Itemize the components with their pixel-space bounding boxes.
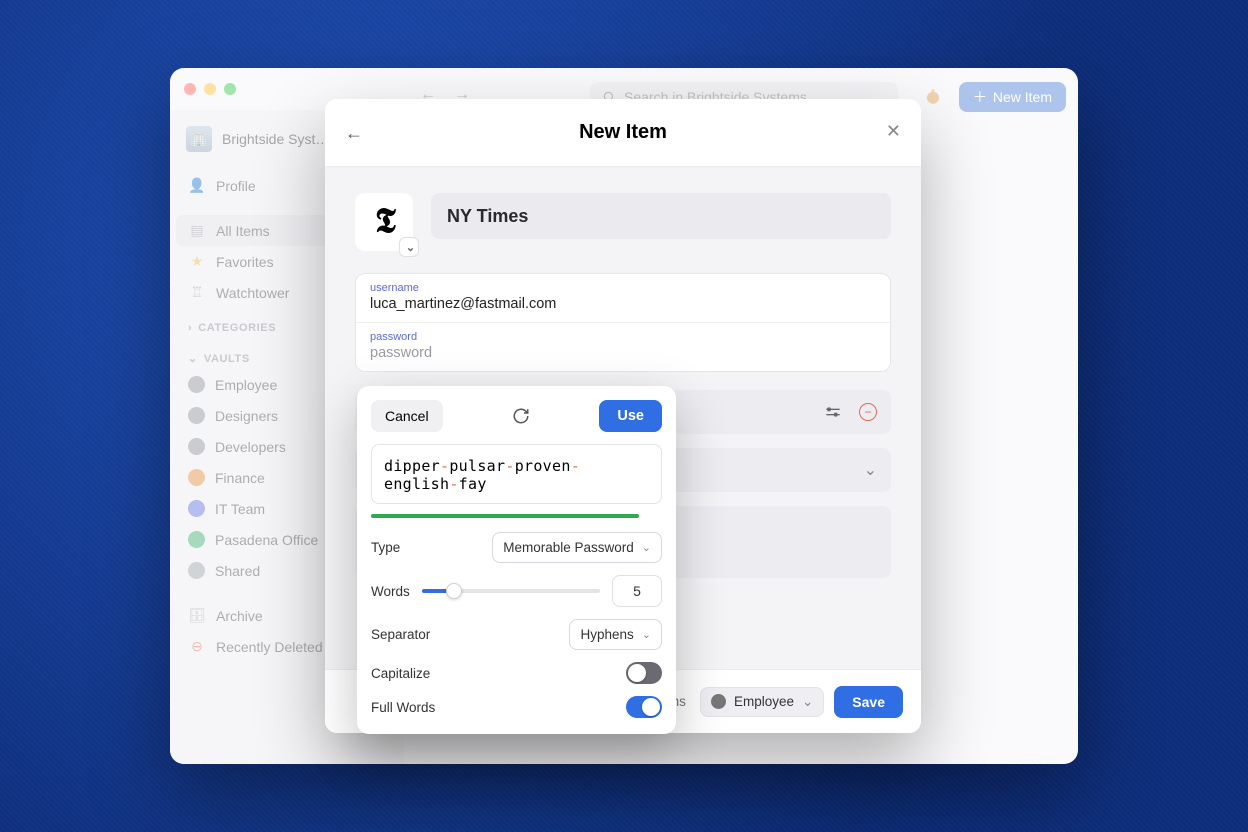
cancel-button[interactable]: Cancel — [371, 400, 443, 432]
item-type-icon[interactable]: 𝕿 ⌄ — [355, 193, 413, 251]
remove-section-button[interactable]: − — [859, 403, 877, 421]
username-value: luca_martinez@fastmail.com — [370, 296, 876, 312]
password-generator-popover: Cancel Use dipper-pulsar-proven-english-… — [357, 386, 676, 734]
vault-select-value: Employee — [734, 694, 794, 709]
separator-label: Separator — [371, 627, 430, 642]
regenerate-button[interactable] — [512, 407, 530, 425]
separator-select[interactable]: Hyphens ⌄ — [569, 619, 662, 650]
chevron-down-icon: ⌄ — [864, 460, 877, 480]
type-select[interactable]: Memorable Password ⌄ — [492, 532, 662, 563]
field-label: username — [370, 282, 876, 294]
username-field[interactable]: username luca_martinez@fastmail.com — [356, 274, 890, 322]
words-count-input[interactable]: 5 — [612, 575, 662, 607]
password-field[interactable]: password password — [356, 322, 890, 371]
words-count-value: 5 — [633, 583, 641, 599]
words-label: Words — [371, 584, 410, 599]
nytimes-logo-icon: 𝕿 — [375, 203, 393, 241]
generated-password-field[interactable]: dipper-pulsar-proven-english-fay — [371, 444, 662, 504]
item-title-value: NY Times — [447, 206, 528, 227]
words-slider[interactable] — [422, 589, 600, 593]
strength-meter — [371, 514, 639, 518]
capitalize-label: Capitalize — [371, 666, 430, 681]
vault-icon — [711, 694, 726, 709]
chevron-down-icon: ⌄ — [642, 628, 651, 641]
use-button[interactable]: Use — [599, 400, 662, 432]
field-label: password — [370, 331, 876, 343]
chevron-down-icon[interactable]: ⌄ — [399, 237, 419, 257]
full-words-toggle[interactable] — [626, 696, 662, 718]
item-title-input[interactable]: NY Times — [431, 193, 891, 239]
chevron-down-icon: ⌄ — [802, 694, 813, 710]
credentials-card: username luca_martinez@fastmail.com pass… — [355, 273, 891, 372]
use-button-label: Use — [617, 408, 644, 424]
vault-select[interactable]: Employee ⌄ — [700, 687, 824, 717]
save-button[interactable]: Save — [834, 686, 903, 718]
save-button-label: Save — [852, 694, 885, 710]
type-label: Type — [371, 540, 400, 555]
full-words-label: Full Words — [371, 700, 435, 715]
capitalize-toggle[interactable] — [626, 662, 662, 684]
modal-header: ← New Item ✕ — [325, 99, 921, 167]
modal-back-button[interactable]: ← — [345, 123, 363, 144]
cancel-button-label: Cancel — [385, 408, 429, 424]
settings-icon[interactable] — [825, 404, 841, 420]
separator-select-value: Hyphens — [580, 627, 633, 642]
modal-title: New Item — [579, 121, 667, 144]
password-placeholder: password — [370, 345, 876, 361]
chevron-down-icon: ⌄ — [642, 541, 651, 554]
modal-close-button[interactable]: ✕ — [886, 121, 901, 142]
type-select-value: Memorable Password — [503, 540, 634, 555]
